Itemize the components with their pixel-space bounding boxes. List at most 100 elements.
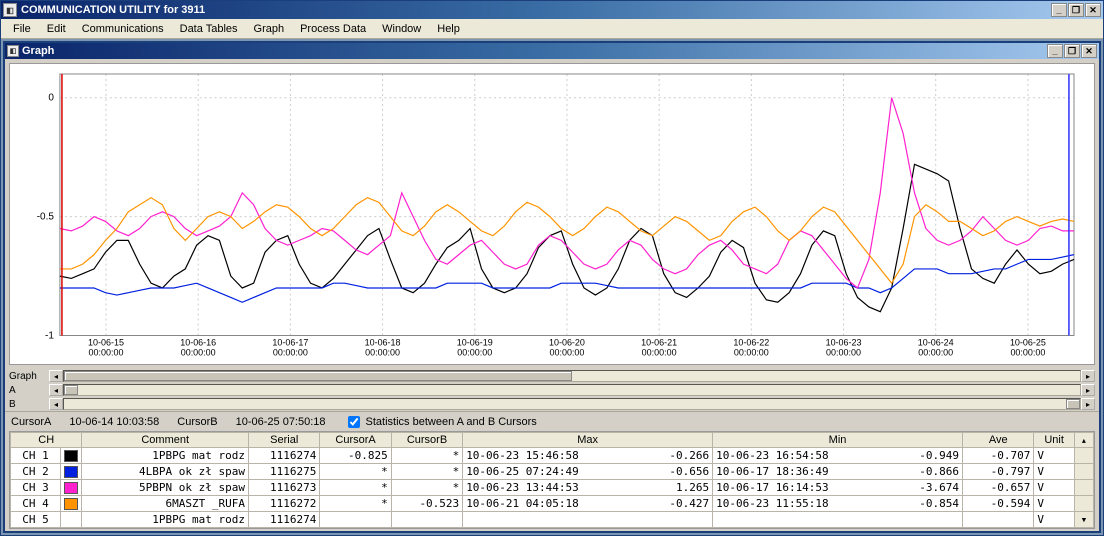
svg-text:00:00:00: 00:00:00	[181, 347, 216, 357]
graph-scroll-track[interactable]	[63, 370, 1081, 382]
svg-text:0: 0	[48, 93, 54, 104]
graph-title: Graph	[22, 45, 54, 57]
menu-data-tables[interactable]: Data Tables	[172, 21, 246, 37]
svg-text:00:00:00: 00:00:00	[826, 347, 861, 357]
graph-scroll-label: Graph	[9, 371, 49, 382]
graph-icon: ◧	[7, 45, 19, 57]
table-row[interactable]: CH 24LBPA ok zł spaw1116275**10-06-25 07…	[11, 464, 1094, 480]
th-serial[interactable]: Serial	[249, 433, 320, 448]
cursor-readout-row: CursorA 10-06-14 10:03:58 CursorB 10-06-…	[5, 411, 1099, 431]
cell-cursorb	[391, 512, 462, 528]
table-row[interactable]: CH 51PBPG mat rodz1116274V▾	[11, 512, 1094, 528]
restore-button[interactable]: ❐	[1068, 3, 1084, 17]
table-scroll-track[interactable]	[1074, 496, 1093, 512]
cell-min: 10-06-23 16:54:58-0.949	[713, 448, 963, 464]
cursor-b-track[interactable]	[63, 398, 1081, 410]
th-max[interactable]: Max	[463, 433, 713, 448]
minimize-button[interactable]: _	[1051, 3, 1067, 17]
graph-minimize-button[interactable]: _	[1047, 44, 1063, 58]
svg-text:10-06-20: 10-06-20	[549, 337, 585, 347]
chart-svg[interactable]: 0-0.5-110-06-1500:00:0010-06-1600:00:001…	[10, 64, 1094, 365]
graph-scroll-thumb[interactable]	[64, 371, 572, 381]
svg-text:00:00:00: 00:00:00	[365, 347, 400, 357]
th-comment[interactable]: Comment	[82, 433, 249, 448]
cell-unit: V	[1034, 512, 1074, 528]
app-titlebar[interactable]: ◧ COMMUNICATION UTILITY for 3911 _ ❐ ✕	[1, 1, 1103, 19]
cell-max: 10-06-23 13:44:531.265	[463, 480, 713, 496]
menu-edit[interactable]: Edit	[39, 21, 74, 37]
app-icon: ◧	[3, 3, 17, 17]
table-scroll-up[interactable]: ▴	[1074, 433, 1093, 448]
graph-restore-button[interactable]: ❐	[1064, 44, 1080, 58]
svg-text:10-06-17: 10-06-17	[272, 337, 308, 347]
cell-ave: -0.707	[963, 448, 1034, 464]
svg-text:10-06-24: 10-06-24	[918, 337, 954, 347]
cursor-a-label: CursorA	[11, 416, 51, 428]
cell-swatch	[60, 496, 81, 512]
svg-text:00:00:00: 00:00:00	[734, 347, 769, 357]
cell-comment: 4LBPA ok zł spaw	[82, 464, 249, 480]
th-ch[interactable]: CH	[11, 433, 82, 448]
cell-serial: 1116273	[249, 480, 320, 496]
cell-min: 10-06-23 11:55:18-0.854	[713, 496, 963, 512]
cell-max	[463, 512, 713, 528]
cursor-a-thumb[interactable]	[64, 385, 78, 395]
th-unit[interactable]: Unit	[1034, 433, 1074, 448]
table-row[interactable]: CH 46MASZT _RUFA1116272*-0.52310-06-21 0…	[11, 496, 1094, 512]
svg-text:00:00:00: 00:00:00	[642, 347, 677, 357]
graph-close-button[interactable]: ✕	[1081, 44, 1097, 58]
cursor-b-value: 10-06-25 07:50:18	[236, 416, 326, 428]
table-scroll-track[interactable]	[1074, 464, 1093, 480]
menu-file[interactable]: File	[5, 21, 39, 37]
cell-max: 10-06-21 04:05:18-0.427	[463, 496, 713, 512]
graph-titlebar[interactable]: ◧ Graph _ ❐ ✕	[5, 43, 1099, 59]
cell-cursorb: *	[391, 464, 462, 480]
menu-window[interactable]: Window	[374, 21, 429, 37]
cell-cursorb: -0.523	[391, 496, 462, 512]
th-min[interactable]: Min	[713, 433, 963, 448]
stats-checkbox[interactable]	[348, 416, 360, 428]
cursor-a-left[interactable]: ◂	[49, 384, 63, 396]
svg-text:00:00:00: 00:00:00	[1010, 347, 1045, 357]
menu-communications[interactable]: Communications	[74, 21, 172, 37]
app-title: COMMUNICATION UTILITY for 3911	[21, 4, 205, 16]
menu-process-data[interactable]: Process Data	[292, 21, 374, 37]
table-row[interactable]: CH 35PBPN ok zł spaw1116273**10-06-23 13…	[11, 480, 1094, 496]
channel-table: CH Comment Serial CursorA CursorB Max Mi…	[10, 432, 1094, 528]
cursor-b-right[interactable]: ▸	[1081, 398, 1095, 410]
svg-text:10-06-16: 10-06-16	[180, 337, 216, 347]
table-row[interactable]: CH 11PBPG mat rodz1116274-0.825*10-06-23…	[11, 448, 1094, 464]
th-ave[interactable]: Ave	[963, 433, 1034, 448]
channel-table-wrap: CH Comment Serial CursorA CursorB Max Mi…	[9, 431, 1095, 529]
svg-text:10-06-18: 10-06-18	[365, 337, 401, 347]
table-scroll-track[interactable]	[1074, 480, 1093, 496]
cursor-b-label: CursorB	[177, 416, 217, 428]
th-cursora[interactable]: CursorA	[320, 433, 391, 448]
cell-max: 10-06-23 15:46:58-0.266	[463, 448, 713, 464]
cell-unit: V	[1034, 464, 1074, 480]
menu-help[interactable]: Help	[429, 21, 468, 37]
table-scroll-down[interactable]: ▾	[1074, 512, 1093, 528]
stats-checkbox-label[interactable]: Statistics between A and B Cursors	[344, 413, 537, 431]
graph-window: ◧ Graph _ ❐ ✕ 0-0.5-110-06-1500:00:0010-…	[3, 41, 1101, 533]
cell-swatch	[60, 480, 81, 496]
graph-scroll-left[interactable]: ◂	[49, 370, 63, 382]
cell-cursora	[320, 512, 391, 528]
cursor-b-thumb[interactable]	[1066, 399, 1080, 409]
chart-area[interactable]: 0-0.5-110-06-1500:00:0010-06-1600:00:001…	[9, 63, 1095, 365]
svg-text:00:00:00: 00:00:00	[273, 347, 308, 357]
graph-scroll-right[interactable]: ▸	[1081, 370, 1095, 382]
cursor-a-value: 10-06-14 10:03:58	[69, 416, 159, 428]
th-cursorb[interactable]: CursorB	[391, 433, 462, 448]
menu-graph[interactable]: Graph	[246, 21, 293, 37]
cell-ch: CH 3	[11, 480, 61, 496]
graph-scroll-row: Graph ◂ ▸	[5, 369, 1099, 383]
cursor-b-left[interactable]: ◂	[49, 398, 63, 410]
cell-ave	[963, 512, 1034, 528]
cursor-a-right[interactable]: ▸	[1081, 384, 1095, 396]
cursor-a-track[interactable]	[63, 384, 1081, 396]
table-scroll-track[interactable]	[1074, 448, 1093, 464]
close-button[interactable]: ✕	[1085, 3, 1101, 17]
svg-text:10-06-21: 10-06-21	[641, 337, 677, 347]
cell-cursora: -0.825	[320, 448, 391, 464]
